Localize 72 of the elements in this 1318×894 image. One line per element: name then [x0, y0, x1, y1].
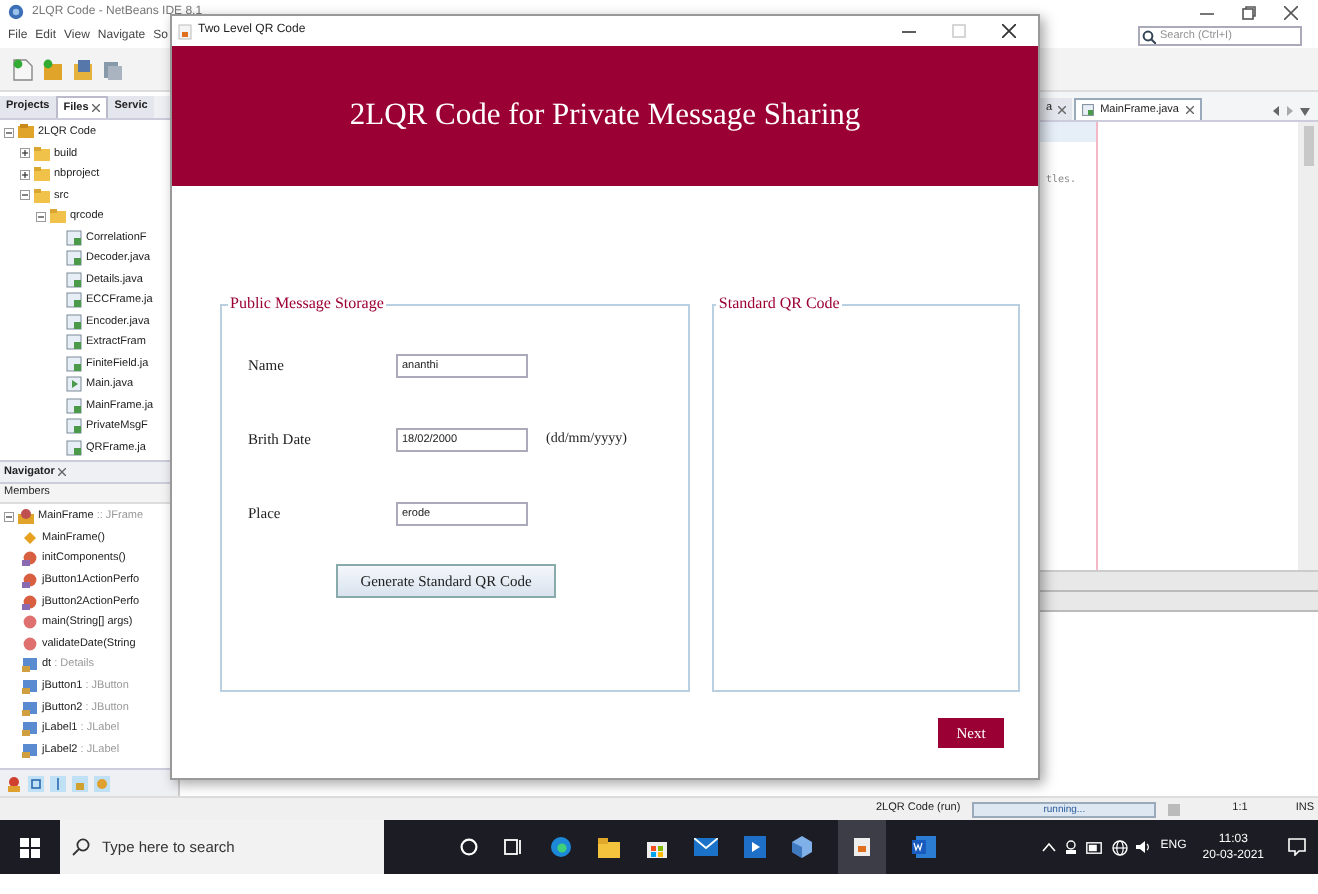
network-icon	[1112, 839, 1129, 855]
field-icon	[22, 678, 38, 695]
folder-icon	[34, 145, 50, 162]
close-icon	[1284, 5, 1298, 19]
task-view-icon	[504, 838, 524, 856]
close-icon	[92, 104, 101, 112]
collapse-icon[interactable]	[20, 190, 30, 201]
notification-icon	[1288, 838, 1306, 856]
field-icon	[22, 720, 38, 737]
word-icon	[912, 836, 936, 858]
folder-icon	[34, 166, 50, 183]
open-project-icon	[72, 57, 94, 81]
mail-icon	[694, 838, 718, 856]
java-file-icon	[66, 250, 82, 267]
circle-icon	[460, 838, 478, 856]
netbeans-logo-icon	[8, 4, 24, 20]
new-project-icon	[42, 57, 64, 81]
field-icon	[22, 656, 38, 673]
class-icon	[18, 508, 34, 525]
scroll-right-icon	[1286, 106, 1294, 116]
java-file-icon	[66, 418, 82, 435]
java-file-icon	[66, 397, 82, 414]
folder-icon	[34, 187, 50, 204]
stop-icon	[1168, 803, 1181, 815]
browser-icon	[550, 836, 572, 858]
java-file-icon	[1082, 104, 1095, 116]
search-icon	[72, 838, 90, 856]
java-file-icon	[66, 292, 82, 309]
method-icon	[22, 550, 38, 567]
java-file-icon	[66, 271, 82, 288]
java-file-icon	[66, 313, 82, 330]
new-file-icon	[12, 57, 34, 81]
java-file-icon	[66, 355, 82, 372]
close-icon	[58, 468, 67, 476]
banner-title: 2LQR Code for Private Message Sharing	[349, 96, 861, 137]
battery-icon	[1086, 841, 1105, 853]
expand-icon[interactable]	[20, 148, 30, 159]
project-icon	[18, 124, 34, 141]
shopping-bag-icon	[646, 836, 668, 858]
method-icon	[22, 593, 38, 610]
method-icon	[22, 572, 38, 589]
java-cup-icon	[852, 836, 872, 858]
save-all-icon	[102, 57, 124, 81]
collapse-icon[interactable]	[4, 127, 14, 138]
media-player-icon	[744, 836, 766, 858]
panel-title: Standard QR Code	[716, 292, 842, 316]
field-icon	[22, 741, 38, 758]
field-icon	[22, 699, 38, 716]
search-icon	[1142, 29, 1156, 43]
volume-icon	[1136, 840, 1153, 854]
panel-title: Public Message Storage	[228, 292, 386, 316]
chevron-up-icon	[1042, 842, 1057, 852]
folder-icon	[598, 837, 620, 857]
java-cup-icon	[178, 23, 192, 39]
collapse-icon[interactable]	[36, 211, 46, 222]
maximize-icon	[952, 24, 966, 38]
scroll-left-icon	[1272, 106, 1280, 116]
scrollbar-thumb[interactable]	[1303, 126, 1313, 166]
folder-icon	[50, 208, 66, 225]
cube-icon	[792, 836, 812, 858]
close-icon	[1058, 105, 1067, 113]
java-file-icon	[66, 334, 82, 351]
constructor-icon	[22, 529, 38, 546]
java-main-file-icon	[66, 376, 82, 393]
dropdown-icon	[1300, 107, 1310, 115]
maximize-icon	[1242, 5, 1256, 19]
windows-start-icon	[20, 837, 40, 857]
close-icon	[1185, 106, 1193, 114]
java-file-icon	[66, 439, 82, 456]
java-file-icon	[66, 229, 82, 246]
expand-icon[interactable]	[20, 169, 30, 180]
close-icon	[1002, 24, 1016, 38]
